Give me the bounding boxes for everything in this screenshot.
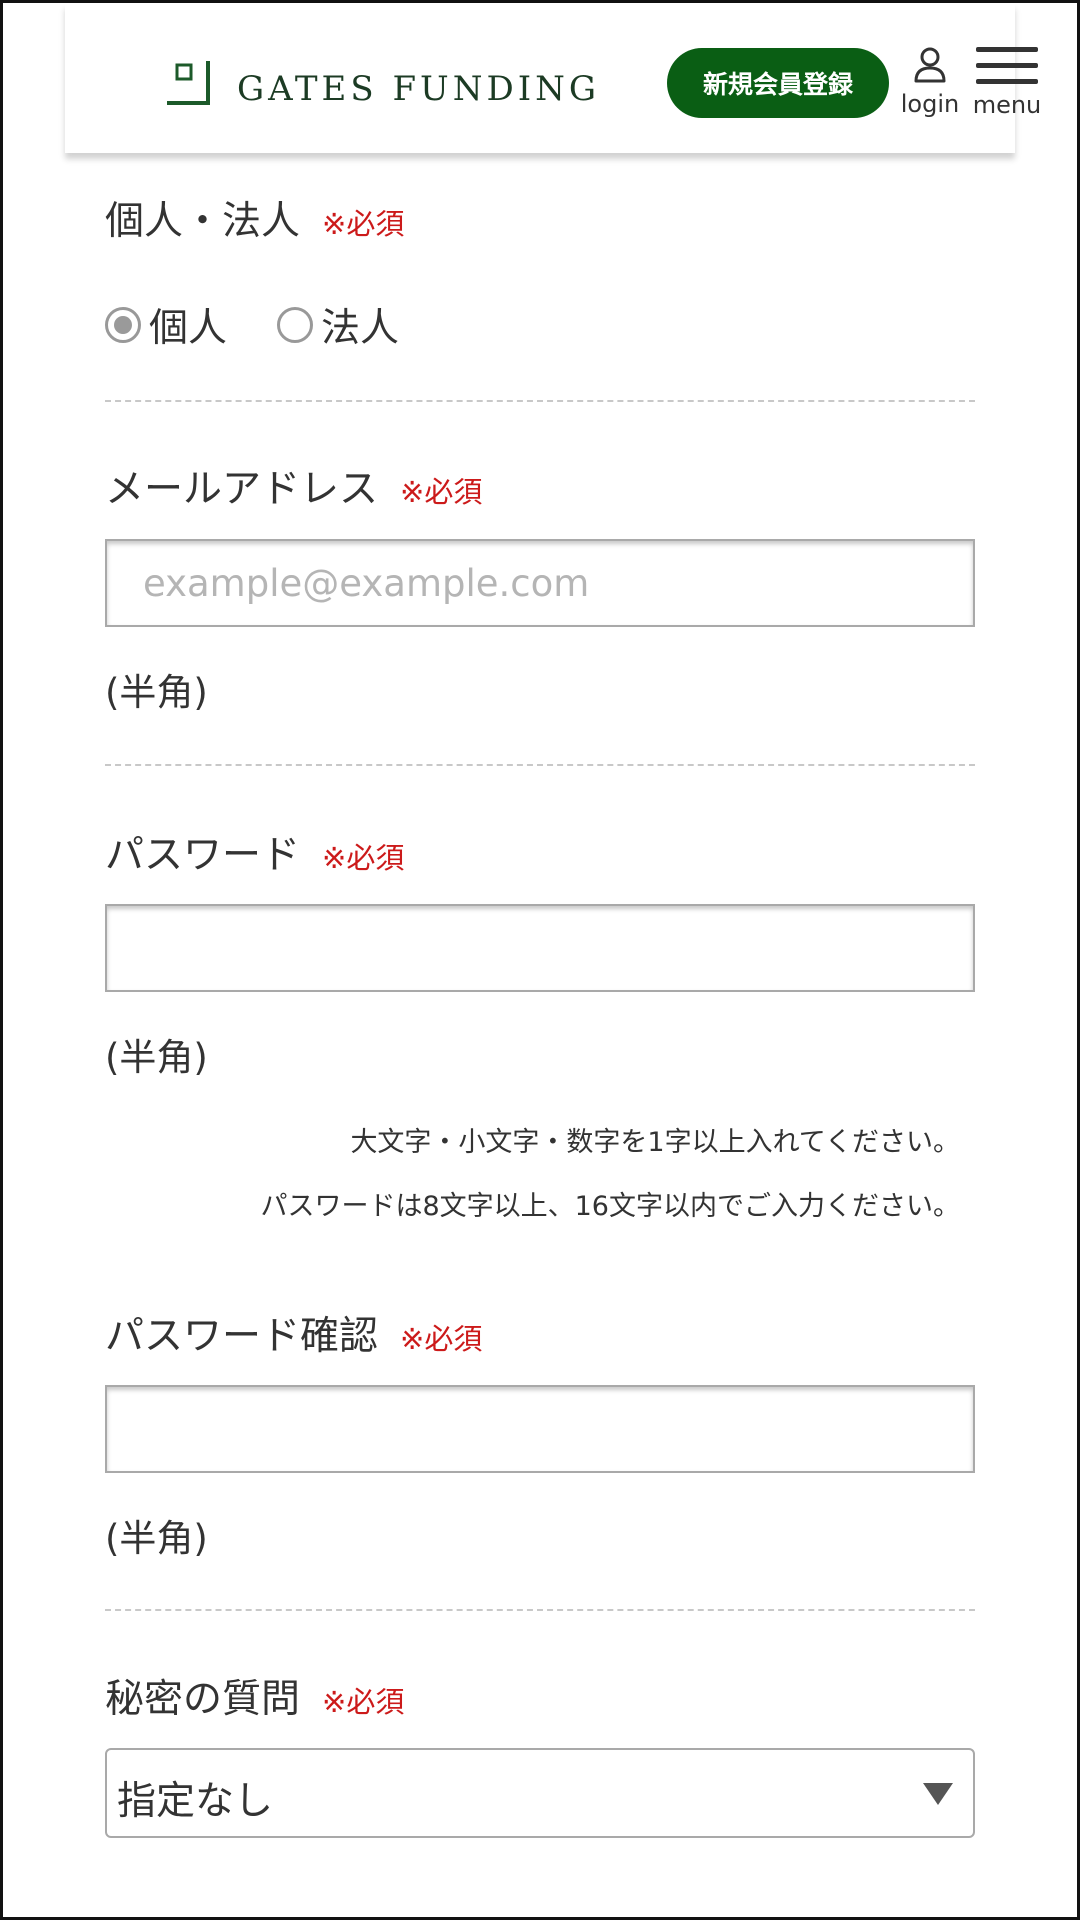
email-field-label-text: メールアドレス <box>105 467 379 512</box>
password-confirm-field-label: パスワード確認 ※必須 <box>105 1305 482 1361</box>
type-field-label: 個人・法人 ※必須 <box>105 190 404 246</box>
radio-corporation[interactable]: 法人 <box>277 297 399 353</box>
secret-question-field-label: 秘密の質問 ※必須 <box>105 1668 404 1724</box>
email-input[interactable] <box>105 539 975 627</box>
required-badge: ※必須 <box>322 841 405 875</box>
brand-name: GATES FUNDING <box>237 69 601 109</box>
secret-question-selected: 指定なし <box>117 1779 274 1824</box>
section-divider <box>105 1609 975 1611</box>
radio-unchecked-icon <box>277 307 314 343</box>
login-label: login <box>900 90 960 118</box>
login-button[interactable]: login <box>899 47 961 129</box>
section-divider <box>105 764 975 766</box>
menu-label: menu <box>972 91 1042 119</box>
password-field-label: パスワード ※必須 <box>105 824 404 880</box>
type-field-label-text: 個人・法人 <box>105 199 301 244</box>
section-divider <box>105 400 975 402</box>
user-icon <box>914 47 946 83</box>
radio-individual[interactable]: 個人 <box>105 297 227 353</box>
secret-question-field-label-text: 秘密の質問 <box>105 1677 301 1722</box>
password-hint-length: パスワードは8文字以上、16文字以内でご入力ください。 <box>260 1191 960 1222</box>
secret-question-select[interactable]: 指定なし <box>105 1748 975 1838</box>
email-note: (半角) <box>105 671 208 714</box>
required-badge: ※必須 <box>400 1322 483 1356</box>
password-confirm-input[interactable] <box>105 1385 975 1473</box>
password-confirm-note: (半角) <box>105 1517 208 1560</box>
register-button[interactable]: 新規会員登録 <box>667 48 889 118</box>
site-header: GATES FUNDING 新規会員登録 login menu <box>65 3 1041 153</box>
radio-individual-label: 個人 <box>149 306 228 351</box>
required-badge: ※必須 <box>322 207 405 241</box>
dropdown-arrow-icon <box>923 1783 953 1805</box>
required-badge: ※必須 <box>400 475 483 509</box>
password-note: (半角) <box>105 1036 208 1079</box>
logo-mark-icon <box>167 61 210 105</box>
hamburger-icon <box>976 47 1038 84</box>
radio-checked-icon <box>105 307 141 343</box>
email-field-label: メールアドレス ※必須 <box>105 458 482 514</box>
password-confirm-field-label-text: パスワード確認 <box>105 1314 379 1359</box>
required-badge: ※必須 <box>322 1685 405 1719</box>
password-field-label-text: パスワード <box>105 833 301 878</box>
password-hint-chars: 大文字・小文字・数字を1字以上入れてください。 <box>350 1127 960 1158</box>
brand-logo[interactable]: GATES FUNDING <box>165 59 605 111</box>
menu-button[interactable]: menu <box>971 47 1043 129</box>
radio-corporation-label: 法人 <box>321 306 400 351</box>
password-input[interactable] <box>105 904 975 992</box>
type-radio-group: 個人 法人 <box>105 297 449 353</box>
